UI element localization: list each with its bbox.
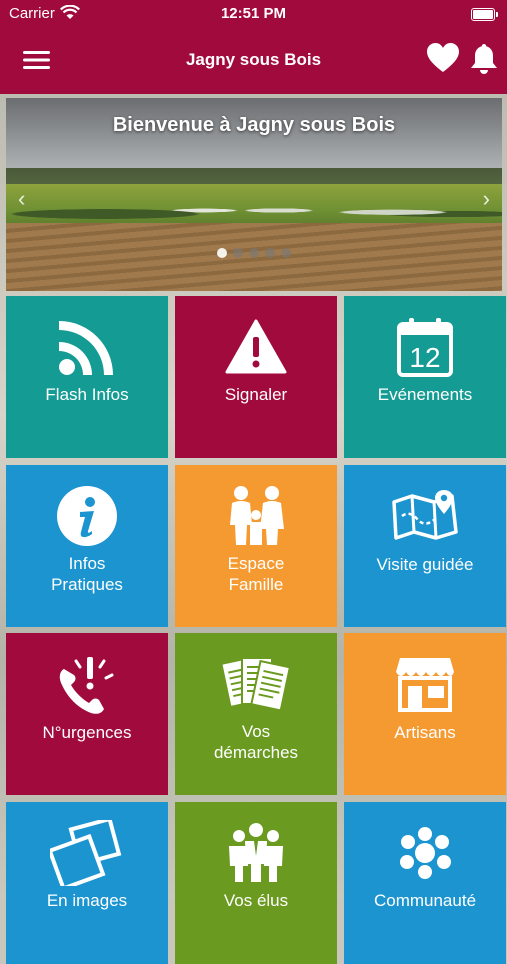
tile-vos-demarches[interactable]: Vos démarches [175, 633, 337, 795]
chevron-right-icon[interactable]: › [483, 186, 490, 212]
tile-label: En images [46, 891, 128, 910]
tile-label: Signaler [224, 385, 288, 404]
tile-communaute[interactable]: Communauté [344, 802, 506, 964]
info-icon [6, 483, 168, 549]
tile-label: Flash Infos [45, 385, 129, 404]
tile-evenements[interactable]: 12 Evénements [344, 296, 506, 458]
tile-signaler[interactable]: Signaler [175, 296, 337, 458]
carousel-dot[interactable] [249, 248, 259, 258]
tile-label: Infos Pratiques [51, 554, 123, 594]
tile-espace-famille[interactable]: Espace Famille [175, 465, 337, 627]
calendar-icon: 12 [344, 314, 506, 380]
community-icon [344, 820, 506, 886]
status-bar: Carrier 12:51 PM [0, 0, 507, 28]
rss-icon [6, 314, 168, 380]
carousel-dot[interactable] [281, 248, 291, 258]
tile-label: Vos démarches [213, 722, 299, 762]
tile-flash-infos[interactable]: Flash Infos [6, 296, 168, 458]
bell-icon[interactable] [470, 42, 498, 81]
shop-icon [344, 651, 506, 717]
heart-icon[interactable] [426, 42, 460, 79]
tile-label: Artisans [394, 723, 456, 742]
welcome-carousel[interactable]: Bienvenue à Jagny sous Bois ‹ › [6, 98, 502, 291]
warning-icon [175, 314, 337, 380]
tile-vos-elus[interactable]: Vos élus [175, 802, 337, 964]
tile-label: Espace Famille [227, 554, 285, 594]
carousel-dot[interactable] [265, 248, 275, 258]
carousel-dot[interactable] [217, 248, 227, 258]
tile-visite-guidee[interactable]: Visite guidée [344, 465, 506, 627]
tile-label: Visite guidée [376, 555, 474, 574]
tile-label: Vos élus [223, 891, 289, 910]
carousel-dot[interactable] [233, 248, 243, 258]
tile-infos-pratiques[interactable]: Infos Pratiques [6, 465, 168, 627]
tile-label: N°urgences [42, 723, 132, 742]
carousel-pager[interactable] [6, 248, 502, 258]
map-icon [344, 483, 506, 549]
tile-artisans[interactable]: Artisans [344, 633, 506, 795]
battery-icon [471, 8, 498, 21]
chevron-left-icon[interactable]: ‹ [18, 186, 25, 212]
tile-en-images[interactable]: En images [6, 802, 168, 964]
documents-icon [175, 651, 337, 717]
status-time: 12:51 PM [220, 5, 287, 22]
emergency-phone-icon [6, 651, 168, 717]
carousel-title: Bienvenue à Jagny sous Bois [112, 114, 396, 136]
photos-icon [6, 820, 168, 886]
family-icon [175, 483, 337, 549]
tile-label: Communauté [373, 891, 477, 910]
tile-numeros-urgences[interactable]: N°urgences [6, 633, 168, 795]
people-icon [175, 820, 337, 886]
calendar-day-number: 12 [409, 342, 440, 373]
tile-label: Evénements [377, 385, 473, 404]
nav-bar: Jagny sous Bois [0, 28, 507, 94]
